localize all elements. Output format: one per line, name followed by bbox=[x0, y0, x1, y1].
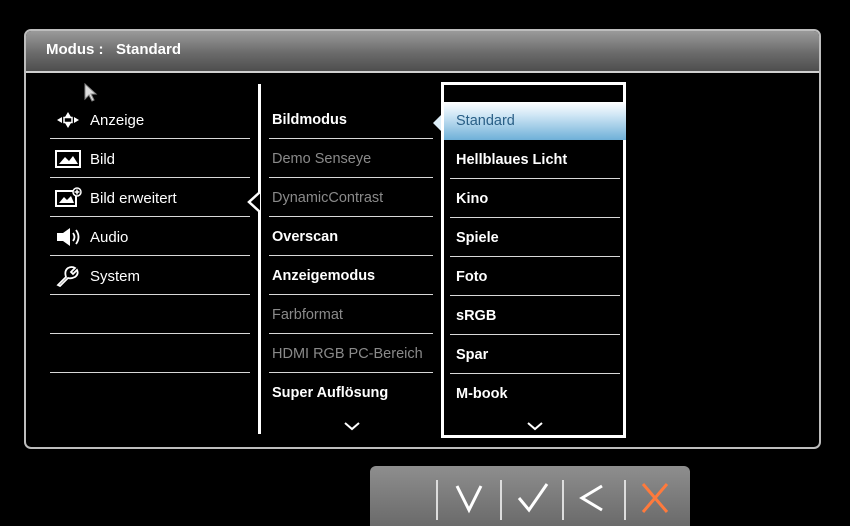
menu-item-label: Bild erweitert bbox=[90, 190, 177, 207]
menu-item-bild[interactable]: Bild bbox=[50, 140, 250, 178]
option-srgb[interactable]: sRGB bbox=[450, 297, 620, 335]
menu-item-label: Audio bbox=[90, 229, 129, 246]
sub-item-demo-senseye: Demo Senseye bbox=[269, 140, 433, 178]
picture-icon bbox=[55, 150, 81, 168]
mode-value: Standard bbox=[116, 41, 182, 58]
hotkey-separator bbox=[624, 480, 626, 520]
option-label: Standard bbox=[456, 113, 515, 129]
active-item-pointer-icon bbox=[247, 191, 261, 213]
title-bar: Modus : Standard bbox=[26, 31, 819, 73]
check-icon[interactable] bbox=[506, 478, 560, 518]
sub-item-bildmodus[interactable]: Bildmodus bbox=[269, 101, 433, 139]
osd-menu-window: Modus : Standard Anzeige Bild Bild erwei… bbox=[24, 29, 821, 449]
option-label: Foto bbox=[456, 269, 488, 285]
sub-item-label: Anzeigemodus bbox=[272, 268, 376, 284]
sub-item-dynamiccontrast: DynamicContrast bbox=[269, 179, 433, 217]
option-label: sRGB bbox=[456, 308, 497, 324]
hotkey-separator bbox=[562, 480, 564, 520]
sub-item-label: Farbformat bbox=[272, 307, 343, 323]
menu-item-empty bbox=[50, 296, 250, 334]
menu-item-label: Bild bbox=[90, 151, 116, 168]
sub-item-label: Super Auflösung bbox=[272, 385, 389, 401]
menu-item-empty bbox=[50, 335, 250, 373]
hotkey-bar bbox=[370, 466, 690, 526]
sub-item-label: Demo Senseye bbox=[272, 151, 372, 167]
option-m-book[interactable]: M-book bbox=[450, 375, 620, 413]
option-kino[interactable]: Kino bbox=[450, 180, 620, 218]
display-adjust-icon bbox=[57, 112, 79, 128]
option-label: Spiele bbox=[456, 230, 499, 246]
options-list: Standard Hellblaues Licht Kino Spiele Fo… bbox=[444, 102, 626, 414]
scroll-down-chevron-icon[interactable] bbox=[526, 421, 544, 431]
close-icon[interactable] bbox=[628, 478, 682, 518]
sub-item-hdmi-rgb: HDMI RGB PC-Bereich bbox=[269, 335, 433, 373]
sub-item-anzeigemodus[interactable]: Anzeigemodus bbox=[269, 257, 433, 295]
menu-item-audio[interactable]: Audio bbox=[50, 218, 250, 256]
sub-item-farbformat: Farbformat bbox=[269, 296, 433, 334]
hotkey-separator bbox=[436, 480, 438, 520]
menu-item-label: System bbox=[90, 268, 141, 285]
column-divider bbox=[258, 84, 261, 434]
sub-item-label: DynamicContrast bbox=[272, 190, 384, 206]
hotkey-separator bbox=[500, 480, 502, 520]
menu-item-bild-erweitert[interactable]: Bild erweitert bbox=[50, 179, 250, 217]
options-panel: Standard Hellblaues Licht Kino Spiele Fo… bbox=[441, 82, 626, 438]
back-icon[interactable] bbox=[566, 478, 620, 518]
sub-item-label: Bildmodus bbox=[272, 112, 347, 128]
option-standard[interactable]: Standard bbox=[444, 102, 626, 140]
sub-item-super-aufloesung[interactable]: Super Auflösung bbox=[269, 374, 433, 412]
option-spar[interactable]: Spar bbox=[450, 336, 620, 374]
option-label: M-book bbox=[456, 386, 508, 402]
sub-item-label: HDMI RGB PC-Bereich bbox=[272, 346, 423, 362]
menu-item-anzeige[interactable]: Anzeige bbox=[50, 101, 250, 139]
mode-label: Modus : bbox=[46, 41, 104, 58]
picture-advanced-icon bbox=[55, 187, 82, 207]
option-hellblaues-licht[interactable]: Hellblaues Licht bbox=[450, 141, 620, 179]
chevron-down-icon[interactable] bbox=[442, 478, 496, 518]
mouse-pointer-icon bbox=[84, 83, 98, 102]
option-label: Kino bbox=[456, 191, 489, 207]
option-spiele[interactable]: Spiele bbox=[450, 219, 620, 257]
sub-item-label: Overscan bbox=[272, 229, 339, 245]
scroll-down-chevron-icon[interactable] bbox=[343, 421, 361, 431]
sub-menu: Bildmodus Demo Senseye DynamicContrast O… bbox=[269, 101, 433, 413]
option-label: Spar bbox=[456, 347, 489, 363]
option-label: Hellblaues Licht bbox=[456, 152, 568, 168]
main-menu: Anzeige Bild Bild erweitert Audio System bbox=[50, 101, 250, 374]
menu-item-system[interactable]: System bbox=[50, 257, 250, 295]
option-foto[interactable]: Foto bbox=[450, 258, 620, 296]
menu-item-label: Anzeige bbox=[90, 112, 145, 129]
sub-item-overscan[interactable]: Overscan bbox=[269, 218, 433, 256]
wrench-icon bbox=[56, 266, 79, 287]
speaker-icon bbox=[57, 228, 80, 246]
